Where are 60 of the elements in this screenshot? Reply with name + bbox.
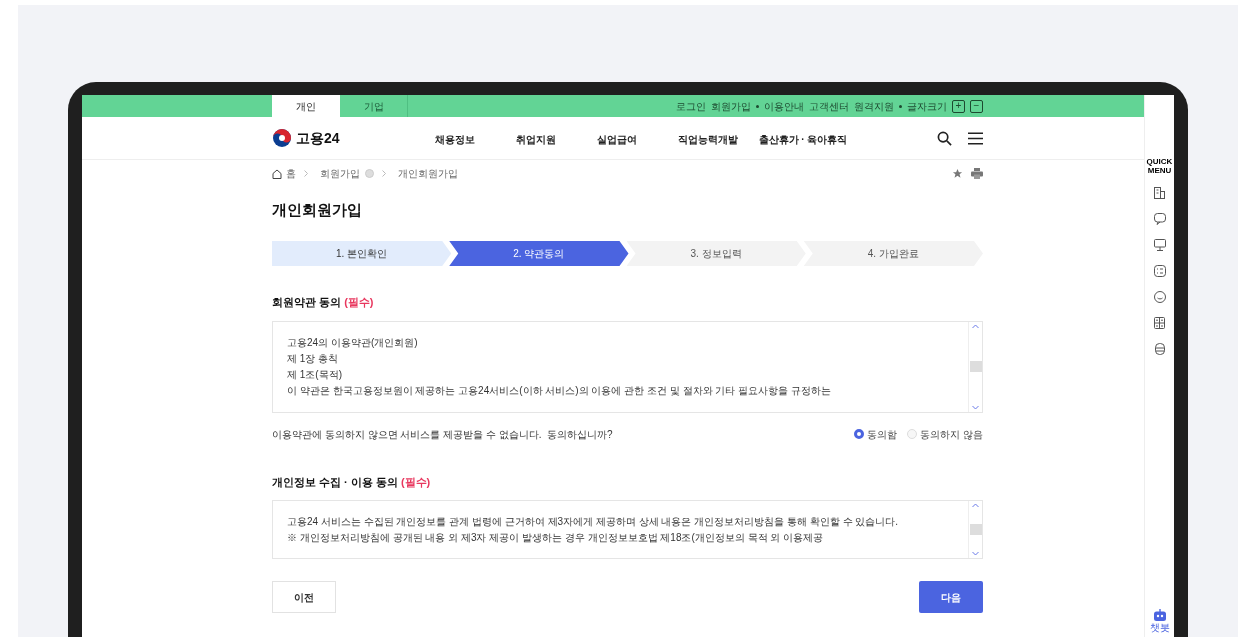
utility-link[interactable]: 회원가입	[711, 98, 751, 114]
utility-link[interactable]: 원격지원	[854, 98, 894, 114]
step: 3. 정보입력	[626, 241, 806, 266]
nav-link[interactable]: 출산휴가 · 육아휴직	[758, 134, 848, 145]
monitor-icon[interactable]	[1153, 239, 1166, 251]
nav-link[interactable]: 채용정보	[434, 134, 475, 145]
home-icon[interactable]	[272, 168, 282, 179]
chatbot-label[interactable]: 챗봇	[1149, 622, 1170, 633]
step: 2. 약관동의	[449, 241, 629, 266]
page-title: 개인회원가입	[272, 200, 363, 220]
agreement-question: 이용약관에 동의하지 않으면 서비스를 제공받을 수 없습니다. 동의하십니까?	[272, 427, 613, 442]
database-icon[interactable]	[1154, 343, 1165, 355]
terms-text: ※ 개인정보처리방침에 공개된 내용 외 제3자 제공이 발생하는 경우 개인정보보호법 제18조(개인정보의 목적 외 이용제공	[287, 531, 825, 544]
radio-option[interactable]: 동의함	[854, 426, 898, 442]
utility-link[interactable]: 글자크기	[907, 98, 947, 114]
previous-button[interactable]: 이전	[272, 581, 336, 613]
nav-link[interactable]: 취업지원	[515, 134, 556, 145]
terms-text: 제 1장 총칙	[287, 352, 340, 365]
scrollbar[interactable]	[968, 501, 982, 558]
section-title: 개인정보 수집 · 이용 동의 (필수)	[272, 474, 432, 490]
chevron-icon	[382, 170, 386, 177]
step: 1. 본인확인	[272, 241, 452, 266]
radio-option[interactable]: 동의하지 않음	[907, 426, 983, 442]
star-icon[interactable]	[952, 168, 963, 179]
scroll-thumb[interactable]	[969, 524, 982, 535]
nav-link[interactable]: 실업급여	[596, 134, 637, 145]
logo-icon	[272, 128, 292, 148]
terms-box[interactable]: 고용24 서비스는 수집된 개인정보를 관계 법령에 근거하여 제3자에게 제공하며 상세 내용은 개인정보처리방침을 통해 확인할 수 있습니다. ※ 개인정보처리방침에 공개된 내용 외 제3자 제공이 발생하는 경우 개인정보보호법 제18조(개인정보의 목적 외 이용제공	[272, 500, 983, 559]
utility-link[interactable]: 고객센터	[809, 98, 849, 114]
terms-text: 고용24의 이용약관(개인회원)	[287, 336, 419, 349]
logo-text[interactable]: 고용24	[296, 127, 340, 149]
utility-link[interactable]: 이용안내	[764, 98, 804, 114]
robot-icon[interactable]	[1153, 609, 1166, 621]
utility-link[interactable]: 로그인	[676, 98, 706, 114]
breadcrumb-link[interactable]: 회원가입	[320, 166, 360, 181]
chat-icon[interactable]	[1153, 213, 1166, 225]
breadcrumb-link[interactable]: 개인회원가입	[398, 166, 458, 181]
search-icon[interactable]	[937, 130, 952, 146]
top-tab[interactable]: 개인	[272, 95, 340, 117]
terms-text: 제 1조(목적)	[287, 368, 343, 381]
smile-icon[interactable]	[1153, 291, 1166, 303]
step: 4. 가입완료	[803, 241, 983, 266]
menu-icon[interactable]	[968, 131, 983, 145]
font-size-button[interactable]: +	[952, 99, 965, 113]
quick-menu-title: QUICK MENU	[1145, 157, 1174, 175]
print-icon[interactable]	[971, 168, 983, 179]
terms-box[interactable]: 고용24의 이용약관(개인회원) 제 1장 총칙 제 1조(목적) 이 약관은 한국고용정보원이 제공하는 고용24서비스(이하 서비스)의 이용에 관한 조건 및 절차와 기타 필요사항을 규정하는	[272, 320, 983, 413]
calculator-icon[interactable]	[1154, 317, 1165, 329]
font-size-button[interactable]: −	[970, 99, 983, 113]
scroll-thumb[interactable]	[969, 361, 982, 372]
chevron-icon	[304, 170, 308, 177]
scrollbar[interactable]	[968, 321, 982, 412]
nav-link[interactable]: 직업능력개발	[677, 134, 738, 145]
next-button[interactable]: 다음	[919, 581, 983, 613]
section-title: 회원약관 동의 (필수)	[272, 295, 375, 310]
checklist-icon[interactable]	[1153, 265, 1166, 277]
breadcrumb-link[interactable]: 홈	[286, 166, 296, 181]
building-icon[interactable]	[1154, 187, 1165, 199]
terms-text: 고용24 서비스는 수집된 개인정보를 관계 법령에 근거하여 제3자에게 제공하며 상세 내용은 개인정보처리방침을 통해 확인할 수 있습니다.	[287, 515, 900, 528]
terms-text: 이 약관은 한국고용정보원이 제공하는 고용24서비스(이하 서비스)의 이용에 관한 조건 및 절차와 기타 필요사항을 규정하는	[287, 384, 832, 397]
